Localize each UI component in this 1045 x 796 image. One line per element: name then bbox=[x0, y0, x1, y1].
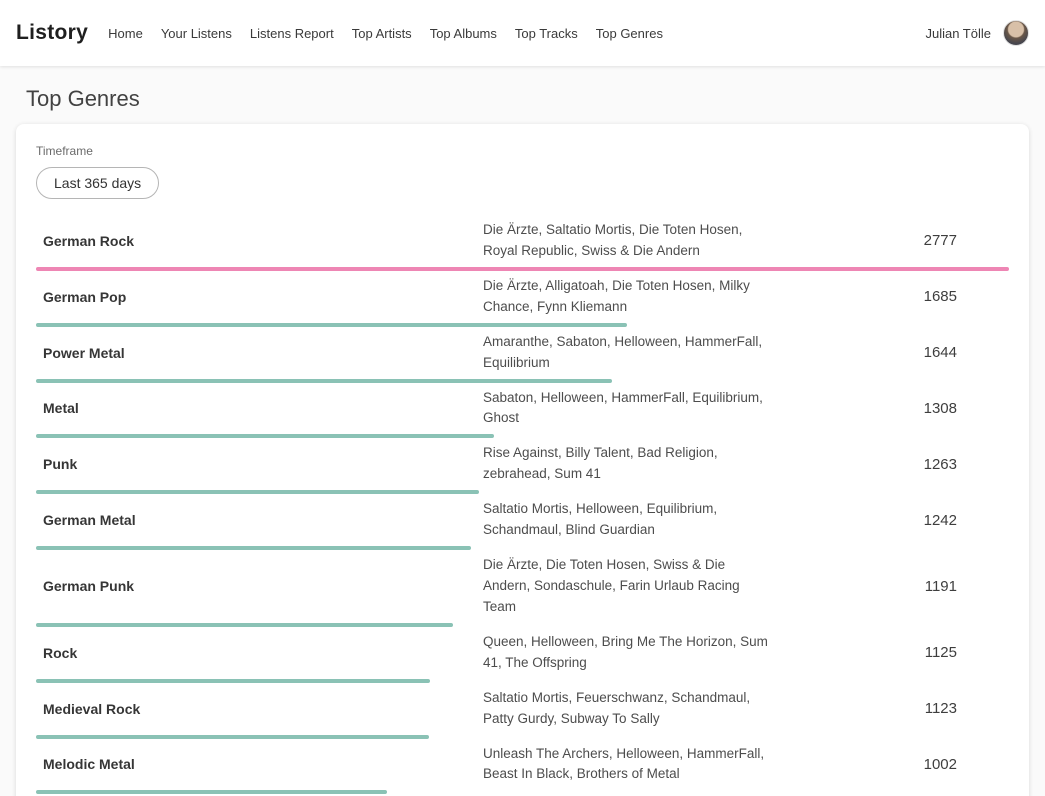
genres-card: Timeframe Last 365 days German Rock Die … bbox=[16, 124, 1029, 796]
genre-name: German Pop bbox=[36, 289, 483, 305]
genres-table: German Rock Die Ärzte, Saltatio Mortis, … bbox=[36, 215, 1009, 796]
nav-item-home[interactable]: Home bbox=[108, 26, 143, 41]
page-title: Top Genres bbox=[26, 86, 1019, 112]
user-name[interactable]: Julian Tölle bbox=[925, 26, 991, 41]
genre-name: Rock bbox=[36, 645, 483, 661]
main-content: Top Genres Timeframe Last 365 days Germa… bbox=[0, 86, 1045, 796]
genre-name: Melodic Metal bbox=[36, 756, 483, 772]
timeframe-filter: Timeframe Last 365 days bbox=[36, 144, 1009, 199]
genre-row: Rock Queen, Helloween, Bring Me The Hori… bbox=[36, 627, 1009, 683]
genre-count: 1308 bbox=[783, 400, 1009, 417]
genre-artists: Saltatio Mortis, Feuerschwanz, Schandmau… bbox=[483, 688, 783, 730]
user-area: Julian Tölle bbox=[925, 20, 1029, 46]
genre-artists: Die Ärzte, Alligatoah, Die Toten Hosen, … bbox=[483, 276, 783, 318]
genre-row: Metal Sabaton, Helloween, HammerFall, Eq… bbox=[36, 383, 1009, 439]
genre-artists: Die Ärzte, Die Toten Hosen, Swiss & Die … bbox=[483, 555, 783, 618]
app-logo[interactable]: Listory bbox=[16, 21, 88, 45]
genre-artists: Saltatio Mortis, Helloween, Equilibrium,… bbox=[483, 499, 783, 541]
genre-name: Metal bbox=[36, 400, 483, 416]
genre-row: German Punk Die Ärzte, Die Toten Hosen, … bbox=[36, 550, 1009, 627]
nav-item-top-artists[interactable]: Top Artists bbox=[352, 26, 412, 41]
genre-count: 1644 bbox=[783, 344, 1009, 361]
genre-artists: Die Ärzte, Saltatio Mortis, Die Toten Ho… bbox=[483, 220, 783, 262]
genre-name: German Punk bbox=[36, 578, 483, 594]
genre-count: 1123 bbox=[783, 700, 1009, 717]
genre-row: German Rock Die Ärzte, Saltatio Mortis, … bbox=[36, 215, 1009, 271]
genre-artists: Unleash The Archers, Helloween, HammerFa… bbox=[483, 744, 783, 786]
genre-row: Punk Rise Against, Billy Talent, Bad Rel… bbox=[36, 438, 1009, 494]
genre-artists: Queen, Helloween, Bring Me The Horizon, … bbox=[483, 632, 783, 674]
main-nav: Home Your Listens Listens Report Top Artist… bbox=[108, 26, 663, 41]
genre-count: 1685 bbox=[783, 288, 1009, 305]
genre-row: Power Metal Amaranthe, Sabaton, Hellowee… bbox=[36, 327, 1009, 383]
genre-row: German Metal Saltatio Mortis, Helloween,… bbox=[36, 494, 1009, 550]
nav-item-top-genres[interactable]: Top Genres bbox=[596, 26, 663, 41]
genre-count: 1002 bbox=[783, 756, 1009, 773]
top-nav: Listory Home Your Listens Listens Report To… bbox=[0, 0, 1045, 66]
genre-count: 1263 bbox=[783, 456, 1009, 473]
genre-name: Medieval Rock bbox=[36, 701, 483, 717]
nav-item-top-albums[interactable]: Top Albums bbox=[430, 26, 497, 41]
genre-artists: Rise Against, Billy Talent, Bad Religion… bbox=[483, 443, 783, 485]
genre-name: Punk bbox=[36, 456, 483, 472]
timeframe-label: Timeframe bbox=[36, 144, 1009, 158]
genre-artists: Sabaton, Helloween, HammerFall, Equilibr… bbox=[483, 388, 783, 430]
genre-row: Melodic Metal Unleash The Archers, Hello… bbox=[36, 739, 1009, 795]
genre-name: German Metal bbox=[36, 512, 483, 528]
nav-item-top-tracks[interactable]: Top Tracks bbox=[515, 26, 578, 41]
genre-row: Medieval Rock Saltatio Mortis, Feuerschw… bbox=[36, 683, 1009, 739]
genre-count: 1125 bbox=[783, 644, 1009, 661]
nav-item-your-listens[interactable]: Your Listens bbox=[161, 26, 232, 41]
genre-count: 1191 bbox=[783, 578, 1009, 595]
genre-artists: Amaranthe, Sabaton, Helloween, HammerFal… bbox=[483, 332, 783, 374]
timeframe-select[interactable]: Last 365 days bbox=[36, 167, 159, 199]
genre-name: German Rock bbox=[36, 233, 483, 249]
user-avatar[interactable] bbox=[1003, 20, 1029, 46]
genre-row: German Pop Die Ärzte, Alligatoah, Die To… bbox=[36, 271, 1009, 327]
genre-count: 2777 bbox=[783, 232, 1009, 249]
genre-name: Power Metal bbox=[36, 345, 483, 361]
nav-item-listens-report[interactable]: Listens Report bbox=[250, 26, 334, 41]
genre-count: 1242 bbox=[783, 512, 1009, 529]
